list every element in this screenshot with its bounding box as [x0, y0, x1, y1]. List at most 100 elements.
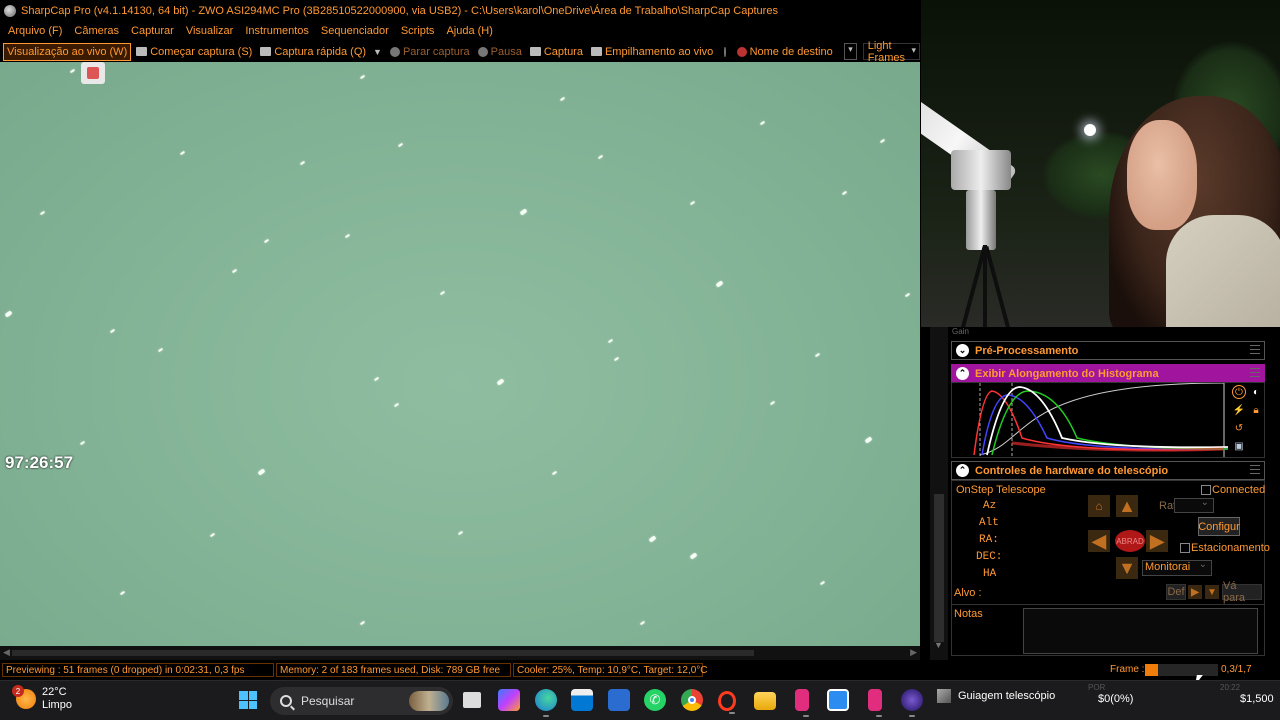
weather-widget[interactable]: 2 22°C Limpo	[12, 685, 72, 712]
chevron-down-icon[interactable]: ▼	[373, 47, 382, 57]
capture-button[interactable]: Captura	[527, 43, 586, 61]
live-stack-button[interactable]: Empilhamento ao vivo	[588, 43, 716, 61]
grip-icon[interactable]	[1250, 368, 1260, 377]
goto-button[interactable]: Vá para	[1222, 580, 1262, 604]
notes-field[interactable]	[1023, 608, 1258, 654]
star	[263, 238, 270, 244]
arrow-down-icon[interactable]: ▼	[1205, 585, 1219, 599]
telescope-controls: OnStep Telescope Connected Az Alt RA: DE…	[951, 480, 1270, 656]
parking-checkbox[interactable]	[1180, 543, 1190, 553]
active-task-button[interactable]: Guiagem telescópio	[937, 689, 1055, 703]
elapsed-timer-overlay: 97:26:57	[5, 453, 74, 472]
chevron-up-icon[interactable]: ⌃	[956, 464, 969, 477]
arrow-down-icon[interactable]: ▼	[1116, 557, 1138, 579]
arrow-up-icon[interactable]: ▲	[1116, 495, 1138, 517]
search-placeholder: Pesquisar	[301, 694, 355, 708]
quick-capture-button[interactable]: Captura rápida (Q) ▼	[257, 43, 385, 61]
vpn-app-icon[interactable]	[608, 689, 630, 711]
home-icon[interactable]: ⌂	[1088, 495, 1110, 517]
arrow-left-icon[interactable]: ◀	[1088, 530, 1110, 552]
sharpcap-second-icon[interactable]	[868, 689, 882, 717]
menu-sequencer[interactable]: Sequenciador	[315, 25, 395, 37]
menu-capture[interactable]: Capturar	[125, 25, 180, 37]
menu-cameras[interactable]: Câmeras	[68, 25, 125, 37]
overlay-app-icon[interactable]	[81, 62, 105, 84]
copilot-icon[interactable]	[498, 689, 520, 711]
sharpcap-app-icon	[4, 4, 16, 17]
contrast-icon[interactable]: ◐	[1249, 385, 1263, 399]
star	[393, 402, 400, 408]
stop-capture-button[interactable]: Parar captura	[387, 43, 473, 61]
sharpcap-pink-icon[interactable]	[795, 689, 809, 717]
star	[689, 552, 698, 560]
active-task-label: Guiagem telescópio	[958, 690, 1056, 702]
abort-button[interactable]: ABRAD	[1115, 530, 1145, 552]
quick-capture-label: Captura rápida (Q)	[274, 45, 367, 58]
star	[841, 190, 848, 196]
histogram-header[interactable]: ⌃ Exibir Alongamento do Histograma	[951, 364, 1265, 383]
start-button[interactable]	[237, 689, 259, 711]
target-name-label: Nome de destino	[734, 43, 836, 61]
arrow-right-icon[interactable]: ▶	[1146, 530, 1168, 552]
lightning-icon[interactable]: ⚡	[1232, 403, 1246, 417]
chrome-icon[interactable]	[681, 689, 703, 711]
edge-browser-icon[interactable]	[535, 689, 557, 717]
grip-icon[interactable]	[1250, 465, 1260, 474]
tray-clock[interactable]: 20:22	[1220, 683, 1240, 692]
arrow-right-icon[interactable]: ▶	[1188, 585, 1202, 599]
menu-view[interactable]: Visualizar	[180, 25, 240, 37]
telescope-hardware-header[interactable]: ⌃ Controles de hardware do telescópio	[951, 461, 1265, 480]
task-view-icon[interactable]	[463, 692, 481, 708]
star	[359, 74, 366, 80]
menu-help[interactable]: Ajuda (H)	[440, 25, 498, 37]
live-view-button[interactable]: Visualização ao vivo (W)	[3, 42, 132, 61]
editor-icon[interactable]	[827, 689, 849, 711]
preprocessing-header[interactable]: ⌄ Pré-Processamento	[951, 341, 1265, 360]
tray-price[interactable]: $1,500	[1240, 693, 1274, 705]
horizontal-scrollbar[interactable]: ◀ ▶	[0, 646, 920, 660]
configure-button[interactable]: Configur	[1198, 517, 1240, 536]
file-explorer-icon[interactable]	[754, 692, 776, 710]
store-icon[interactable]	[571, 689, 593, 711]
target-name-select[interactable]	[843, 43, 857, 60]
def-button[interactable]: Def	[1166, 584, 1186, 600]
reset-icon[interactable]: ↺	[1232, 421, 1246, 435]
connected-checkbox[interactable]	[1201, 485, 1211, 495]
grip-icon[interactable]	[1250, 345, 1260, 354]
menu-tools[interactable]: Instrumentos	[239, 25, 315, 37]
star	[814, 352, 821, 358]
menu-file[interactable]: Arquivo (F)	[2, 25, 68, 37]
pause-button[interactable]: Pausa	[475, 43, 525, 61]
toolbar: Visualização ao vivo (W) Começar captura…	[0, 40, 920, 64]
save-icon[interactable]: ▣	[1232, 439, 1246, 453]
vertical-scroll-thumb[interactable]	[934, 494, 944, 642]
frame-type-dropdown[interactable]: Light Frames	[862, 40, 920, 64]
power-icon[interactable]: ⏻	[1232, 385, 1246, 399]
chevron-up-icon[interactable]: ⌃	[956, 367, 969, 380]
whatsapp-icon[interactable]: ✆	[644, 689, 666, 711]
tracking-select[interactable]: Monitorai	[1142, 559, 1212, 576]
opera-icon[interactable]	[718, 691, 736, 714]
search-icon	[280, 695, 292, 707]
target-icon	[736, 46, 747, 57]
rate-select[interactable]	[1174, 497, 1214, 513]
scroll-right-icon[interactable]: ▶	[910, 647, 917, 658]
star	[397, 142, 404, 148]
weather-desc: Limpo	[42, 699, 72, 711]
stellarium-icon[interactable]	[901, 689, 923, 717]
scroll-left-icon[interactable]: ◀	[3, 647, 10, 658]
tray-stock-ticker[interactable]: $0(0%)	[1098, 693, 1133, 705]
lock-icon[interactable]: 🔒︎	[1249, 403, 1263, 417]
star	[715, 280, 724, 288]
start-capture-button[interactable]: Começar captura (S)	[133, 43, 255, 61]
taskbar-search[interactable]: Pesquisar	[270, 687, 453, 715]
star	[373, 376, 380, 382]
chevron-down-icon[interactable]: ⌄	[956, 344, 969, 357]
horizontal-scroll-thumb[interactable]	[12, 650, 754, 656]
scroll-down-icon[interactable]: ▼	[934, 640, 943, 650]
keyboard-language[interactable]: POR	[1088, 683, 1105, 692]
live-image-view[interactable]: 97:26:57	[0, 62, 920, 646]
gain-label: Gain	[952, 327, 969, 336]
histogram-chart[interactable]: ⏻ ◐ ⚡ 🔒︎ ↺ ▣	[951, 382, 1265, 458]
menu-scripts[interactable]: Scripts	[395, 25, 441, 37]
